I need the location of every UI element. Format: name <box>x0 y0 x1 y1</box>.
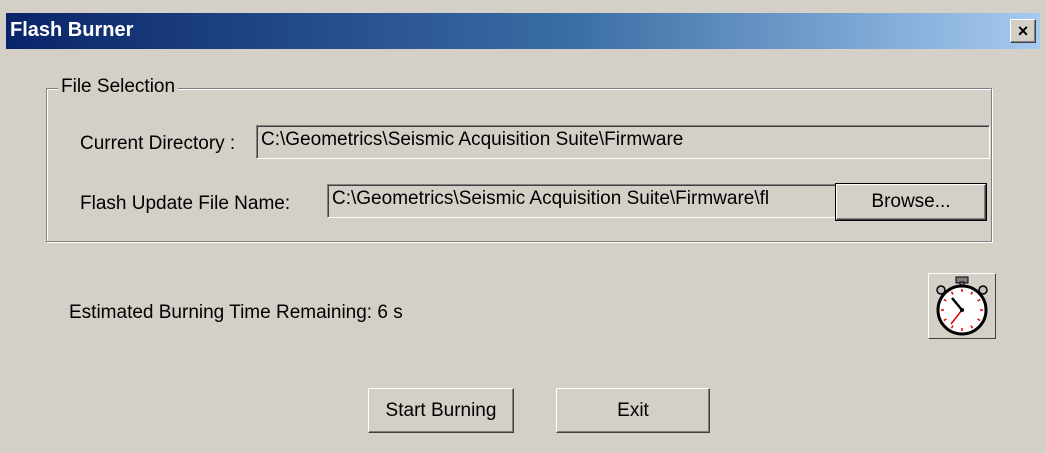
estimated-time-text: Estimated Burning Time Remaining: 6 s <box>69 302 403 323</box>
browse-button-label: Browse... <box>871 191 951 212</box>
flash-burner-dialog: Flash Burner × File Selection Current Di… <box>0 0 1046 453</box>
flash-update-file-label: Flash Update File Name: <box>80 193 291 214</box>
flash-update-file-value: C:\Geometrics\Seismic Acquisition Suite\… <box>332 188 770 209</box>
window-title: Flash Burner <box>10 19 134 41</box>
stopwatch-icon <box>936 276 988 336</box>
exit-button[interactable]: Exit <box>556 388 710 433</box>
stopwatch-button[interactable] <box>928 273 996 339</box>
start-burning-button[interactable]: Start Burning <box>368 388 514 433</box>
current-directory-field[interactable]: C:\Geometrics\Seismic Acquisition Suite\… <box>256 125 990 159</box>
current-directory-label: Current Directory : <box>80 133 236 154</box>
browse-button[interactable]: Browse... <box>835 183 987 221</box>
start-burning-label: Start Burning <box>385 399 497 421</box>
exit-label: Exit <box>617 399 649 421</box>
close-button[interactable]: × <box>1010 19 1036 43</box>
file-selection-legend: File Selection <box>58 76 179 98</box>
flash-update-file-field[interactable]: C:\Geometrics\Seismic Acquisition Suite\… <box>327 184 836 218</box>
title-bar[interactable]: Flash Burner × <box>6 13 1040 49</box>
close-icon: × <box>1017 21 1029 41</box>
current-directory-value: C:\Geometrics\Seismic Acquisition Suite\… <box>261 129 684 150</box>
